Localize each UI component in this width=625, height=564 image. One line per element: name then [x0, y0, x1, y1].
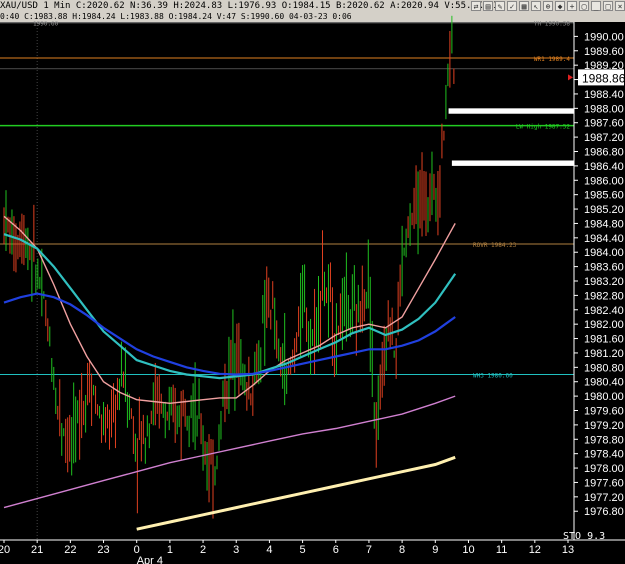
x-tick-label: 3 — [233, 544, 239, 556]
highlight-box-0 — [448, 108, 574, 114]
y-tick-label: 1977.60 — [584, 477, 624, 489]
y-tick-label: 1989.60 — [584, 46, 624, 58]
highlight-box-1 — [451, 160, 574, 166]
x-tick-label: 7 — [366, 544, 372, 556]
y-tick-label: 1982.80 — [584, 290, 624, 302]
y-tick-label: 1983.60 — [584, 262, 624, 274]
x-tick-label: 4 — [266, 544, 272, 556]
date-label: Apr 4 — [137, 555, 163, 564]
indicator-label: STO 9.3 — [563, 531, 606, 542]
y-tick-label: 1988.00 — [584, 103, 624, 115]
x-tick-label: 13 — [562, 544, 574, 556]
y-tick-label: 1979.20 — [584, 420, 624, 432]
top-left-level: 1990.60 — [33, 21, 59, 28]
y-tick-label: 1980.00 — [584, 391, 624, 403]
y-tick-label: 1983.20 — [584, 276, 624, 288]
x-tick-label: 12 — [529, 544, 541, 556]
y-tick-label: 1987.20 — [584, 132, 624, 144]
x-tick-label: 11 — [496, 544, 507, 556]
x-tick-label: 1 — [167, 544, 173, 556]
y-tick-label: 1982.00 — [584, 319, 624, 331]
y-tick-label: 1986.00 — [584, 175, 624, 187]
y-tick-label: 1980.40 — [584, 377, 624, 389]
x-tick-label: 23 — [97, 544, 109, 556]
hline-label-wh3: WH3 1980.60 — [473, 373, 513, 380]
y-tick-label: 1978.80 — [584, 434, 624, 446]
x-tick-label: 8 — [399, 544, 405, 556]
y-tick-label: 1988.40 — [584, 89, 624, 101]
price-chart[interactable]: YH 1990.38 WR1 1989.4 LW High 1987.52 ROVR … — [0, 0, 625, 564]
hline-label-rovr: ROVR 1984.23 — [473, 242, 517, 249]
y-tick-label: 1990.00 — [584, 31, 624, 43]
x-tick-label: 21 — [31, 544, 43, 556]
y-tick-label: 1986.40 — [584, 161, 624, 173]
y-tick-label: 1981.60 — [584, 334, 624, 346]
y-tick-label: 1985.20 — [584, 204, 624, 216]
x-tick-label: 10 — [462, 544, 474, 556]
x-tick-label: 20 — [0, 544, 10, 556]
y-tick-label: 1987.60 — [584, 118, 624, 130]
hline-label-lw_high: LW High 1987.52 — [516, 124, 571, 131]
y-tick-label: 1985.60 — [584, 190, 624, 202]
y-tick-label: 1980.80 — [584, 362, 624, 374]
x-tick-label: 6 — [333, 544, 339, 556]
y-tick-label: 1976.80 — [584, 506, 624, 518]
x-tick-label: 9 — [432, 544, 438, 556]
y-tick-label: 1982.40 — [584, 305, 624, 317]
y-tick-label: 1986.80 — [584, 147, 624, 159]
current-price-label: 1988.86 — [582, 71, 625, 85]
y-tick-label: 1978.00 — [584, 463, 624, 475]
y-tick-label: 1978.40 — [584, 449, 624, 461]
y-tick-label: 1981.20 — [584, 348, 624, 360]
x-tick-label: 22 — [64, 544, 76, 556]
y-tick-label: 1984.40 — [584, 233, 624, 245]
y-tick-label: 1977.20 — [584, 492, 624, 504]
plot-area — [0, 22, 574, 540]
x-tick-label: 2 — [200, 544, 206, 556]
x-tick-label: 5 — [300, 544, 306, 556]
y-tick-label: 1984.80 — [584, 218, 624, 230]
y-tick-label: 1984.00 — [584, 247, 624, 259]
hline-label-yh: YH 1990.38 — [534, 21, 571, 28]
y-tick-label: 1979.60 — [584, 406, 624, 418]
hline-label-wr1: WR1 1989.4 — [534, 56, 571, 63]
